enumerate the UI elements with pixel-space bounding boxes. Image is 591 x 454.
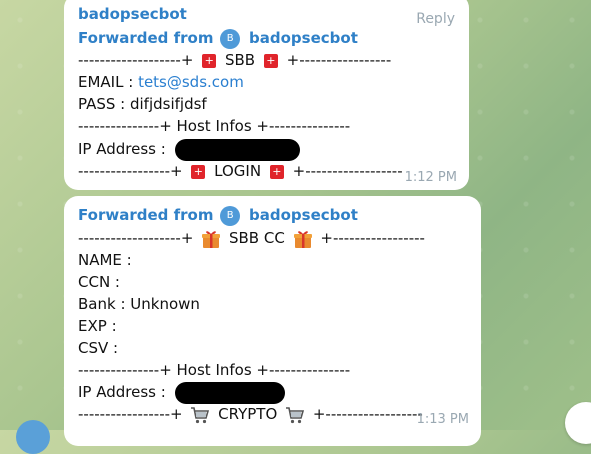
header-title: SBB: [224, 51, 256, 69]
host-infos-line: ---------------+ Host Infos +-----------…: [78, 117, 351, 135]
ip-label: IP Address :: [78, 140, 166, 158]
email-line: EMAIL : tets@sds.com: [78, 71, 244, 93]
bank-line: Bank : Unknown: [78, 295, 200, 313]
pass-line: PASS : difjdsifjdsf: [78, 95, 207, 113]
gift-icon: [293, 230, 312, 248]
csv-line: CSV :: [78, 339, 119, 357]
ccn-line: CCN :: [78, 273, 120, 291]
message-time: 1:12 PM: [404, 170, 457, 185]
email-link[interactable]: tets@sds.com: [138, 73, 244, 91]
email-label: EMAIL :: [78, 73, 139, 91]
dashes-left: -----------------+: [78, 162, 183, 180]
forwarded-name[interactable]: badopsecbot: [249, 206, 358, 224]
dashes-left: -------------------+: [78, 229, 194, 247]
message-bubble-1[interactable]: badopsecbot Reply Forwarded from B badop…: [64, 0, 469, 190]
forwarded-prefix: Forwarded from: [78, 29, 214, 47]
dashes-right: +-----------------: [286, 51, 392, 69]
header-line: -------------------+ SBB CC +-----------…: [78, 227, 425, 249]
footer-line: -----------------+ + LOGIN + +----------…: [78, 160, 403, 182]
footer-title: CRYPTO: [218, 405, 278, 423]
header-line: -------------------+ + SBB + +----------…: [78, 49, 391, 71]
sender-name[interactable]: badopsecbot: [78, 3, 187, 25]
gift-icon: [202, 230, 221, 248]
swiss-flag-icon: +: [269, 164, 284, 179]
swiss-flag-icon: +: [191, 164, 206, 179]
footer-title: LOGIN: [214, 162, 262, 180]
forwarded-from[interactable]: Forwarded from B badopsecbot: [78, 27, 358, 49]
forwarded-from[interactable]: Forwarded from B badopsecbot: [78, 204, 358, 226]
ip-line: IP Address :: [78, 381, 285, 404]
shopping-cart-icon: [191, 406, 210, 423]
host-infos-line: ---------------+ Host Infos +-----------…: [78, 361, 351, 379]
bot-avatar: B: [220, 205, 241, 226]
redaction-bar: [174, 138, 300, 161]
forwarded-prefix: Forwarded from: [78, 206, 214, 224]
user-avatar[interactable]: [16, 420, 50, 454]
header-title: SBB CC: [228, 229, 285, 247]
dashes-right: +------------------: [292, 162, 403, 180]
swiss-flag-icon: +: [263, 53, 278, 68]
ip-label: IP Address :: [78, 383, 166, 401]
bot-avatar: B: [220, 28, 241, 49]
message-time: 1:13 PM: [416, 412, 469, 427]
dashes-left: -----------------+: [78, 405, 183, 423]
dashes-left: -------------------+: [78, 51, 194, 69]
dashes-right: +------------------: [312, 405, 423, 423]
exp-line: EXP :: [78, 317, 117, 335]
shopping-cart-icon: [286, 406, 305, 423]
name-line: NAME :: [78, 251, 132, 269]
forwarded-name[interactable]: badopsecbot: [249, 29, 358, 47]
redaction-bar: [174, 381, 285, 404]
reply-button[interactable]: Reply: [416, 8, 455, 30]
swiss-flag-icon: +: [202, 53, 217, 68]
ip-line: IP Address :: [78, 138, 300, 161]
footer-line: -----------------+ CRYPTO +-------------…: [78, 403, 423, 425]
dashes-right: +-----------------: [320, 229, 425, 247]
message-bubble-2[interactable]: Forwarded from B badopsecbot -----------…: [64, 196, 481, 446]
